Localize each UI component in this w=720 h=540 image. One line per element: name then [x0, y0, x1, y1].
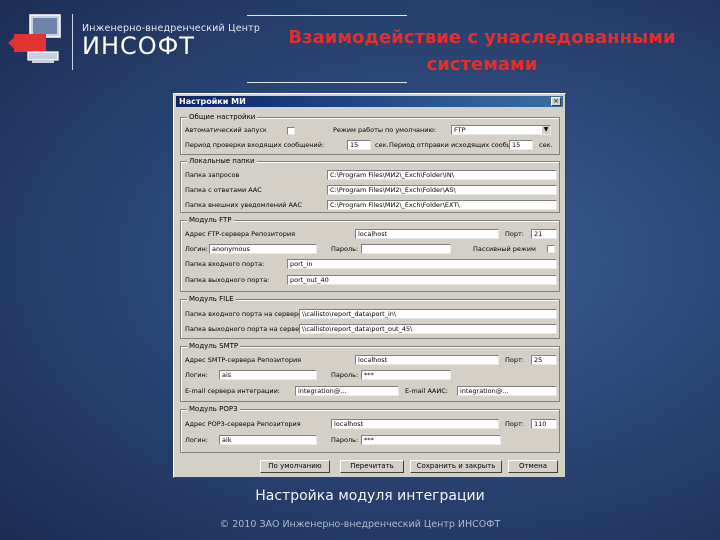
- ftp-login-label: Логин:: [185, 245, 208, 253]
- outgoing-unit: сек.: [539, 141, 553, 149]
- file-in-input[interactable]: \\callisto\report_data\port_in\: [299, 309, 557, 319]
- cancel-button[interactable]: Отмена: [508, 460, 558, 473]
- pop3-password-input[interactable]: ***: [361, 435, 501, 445]
- pop3-port-label: Порт:: [505, 420, 524, 428]
- ftp-out-port-input[interactable]: port_out_40: [287, 275, 557, 285]
- poll-input[interactable]: 15: [347, 140, 371, 150]
- logo-name: ИНСОФТ: [82, 32, 195, 60]
- file-out-input[interactable]: \\callisto\report_data\port_out_45\: [299, 324, 557, 334]
- logo-separator: [72, 14, 73, 70]
- ftp-server-label: Адрес FTP-сервера Репозитория: [185, 230, 295, 238]
- settings-dialog: Настройки МИ × Общие настройки Автоматич…: [173, 93, 566, 478]
- smtp-port-label: Порт:: [505, 356, 524, 364]
- smtp-port-input[interactable]: 25: [531, 355, 557, 365]
- pop3-login-input[interactable]: aik: [219, 435, 317, 445]
- autostart-checkbox[interactable]: [287, 127, 295, 135]
- legend-pop3: Модуль POP3: [187, 404, 240, 414]
- requests-label: Папка запросов: [185, 171, 240, 179]
- pop3-password-label: Пароль:: [331, 436, 359, 444]
- ftp-out-port-label: Папка выходного порта:: [185, 276, 270, 284]
- slide-caption: Настройка модуля интеграции: [255, 488, 485, 504]
- ftp-port-input[interactable]: 21: [531, 229, 557, 239]
- group-smtp: Модуль SMTP Адрес SMTP-сервера Репозитор…: [180, 341, 560, 402]
- slide-title: Взаимодействие с унаследованными система…: [262, 24, 702, 78]
- ftp-server-input[interactable]: localhost: [355, 229, 499, 239]
- reread-button[interactable]: Перечитать: [340, 460, 404, 473]
- mode-select[interactable]: FTP ▼: [451, 125, 551, 135]
- slide-title-line2: системами: [426, 54, 538, 75]
- insoft-logo-icon: [6, 12, 64, 68]
- close-button[interactable]: ×: [551, 97, 561, 106]
- ftp-in-port-label: Папка входного порта:: [185, 260, 265, 268]
- group-pop3: Модуль POP3 Адрес POP3-сервера Репозитор…: [180, 404, 560, 453]
- external-input[interactable]: C:\Program Files\МИ2\_Exch\Folder\EXT\: [327, 200, 557, 210]
- smtp-server-input[interactable]: localhost: [355, 355, 499, 365]
- pop3-login-label: Логин:: [185, 436, 208, 444]
- pop3-port-input[interactable]: 110: [531, 419, 557, 429]
- save-close-button[interactable]: Сохранить и закрыть: [410, 460, 502, 473]
- mode-select-value: FTP: [454, 126, 466, 134]
- legend-smtp: Модуль SMTP: [187, 341, 241, 351]
- pop3-server-input[interactable]: localhost: [331, 419, 499, 429]
- outgoing-input[interactable]: 15: [509, 140, 533, 150]
- external-label: Папка внешних уведомлений ААС: [185, 201, 302, 209]
- group-local: Локальные папки Папка запросов C:\Progra…: [180, 156, 560, 213]
- smtp-password-label: Пароль:: [331, 371, 359, 379]
- smtp-aais-input[interactable]: integration@...: [457, 386, 557, 396]
- passive-checkbox[interactable]: [547, 245, 555, 253]
- group-file: Модуль FILE Папка входного порта на серв…: [180, 294, 560, 339]
- smtp-login-label: Логин:: [185, 371, 208, 379]
- ftp-login-input[interactable]: anonymous: [209, 244, 317, 254]
- group-ftp: Модуль FTP Адрес FTP-сервера Репозитория…: [180, 215, 560, 292]
- group-general: Общие настройки Автоматический запуск Ре…: [180, 112, 560, 155]
- requests-input[interactable]: C:\Program Files\МИ2\_Exch\Folder\IN\: [327, 170, 557, 180]
- ftp-password-label: Пароль:: [331, 245, 359, 253]
- smtp-email-input[interactable]: integration@...: [295, 386, 399, 396]
- legend-local: Локальные папки: [187, 156, 257, 166]
- smtp-server-label: Адрес SMTP-сервера Репозитория: [185, 356, 302, 364]
- autostart-label: Автоматический запуск: [185, 126, 267, 134]
- smtp-password-input[interactable]: ***: [361, 370, 451, 380]
- answers-input[interactable]: C:\Program Files\МИ2\_Exch\Folder\AS\: [327, 185, 557, 195]
- title-rule-bottom: [247, 82, 407, 83]
- mode-label: Режим работы по умолчанию:: [333, 126, 437, 134]
- slide-footer: © 2010 ЗАО Инженерно-внедренческий Центр…: [219, 519, 501, 530]
- file-in-label: Папка входного порта на сервере:: [185, 310, 305, 318]
- dialog-title: Настройки МИ: [179, 97, 246, 106]
- title-rule-top: [247, 15, 407, 16]
- dropdown-arrow-icon[interactable]: ▼: [541, 126, 550, 134]
- legend-ftp: Модуль FTP: [187, 215, 234, 225]
- poll-unit: сек.: [375, 141, 389, 149]
- passive-label: Пассивный режим: [473, 245, 536, 253]
- smtp-email-label: E-mail сервера интеграции:: [185, 387, 280, 395]
- smtp-aais-label: E-mail ААИС:: [405, 387, 448, 395]
- smtp-login-input[interactable]: ais: [219, 370, 317, 380]
- ftp-port-label: Порт:: [505, 230, 524, 238]
- pop3-server-label: Адрес POP3-сервера Репозитория: [185, 420, 301, 428]
- dialog-titlebar[interactable]: Настройки МИ ×: [176, 96, 563, 107]
- defaults-button[interactable]: По умолчанию: [260, 460, 330, 473]
- poll-label: Период проверки входящих сообщений:: [185, 141, 325, 149]
- answers-label: Папка с ответами ААС: [185, 186, 262, 194]
- slide-title-line1: Взаимодействие с унаследованными: [288, 27, 676, 48]
- ftp-in-port-input[interactable]: port_in: [287, 259, 557, 269]
- ftp-password-input[interactable]: [361, 244, 451, 254]
- legend-general: Общие настройки: [187, 112, 258, 122]
- legend-file: Модуль FILE: [187, 294, 236, 304]
- file-out-label: Папка выходного порта на сервере:: [185, 325, 310, 333]
